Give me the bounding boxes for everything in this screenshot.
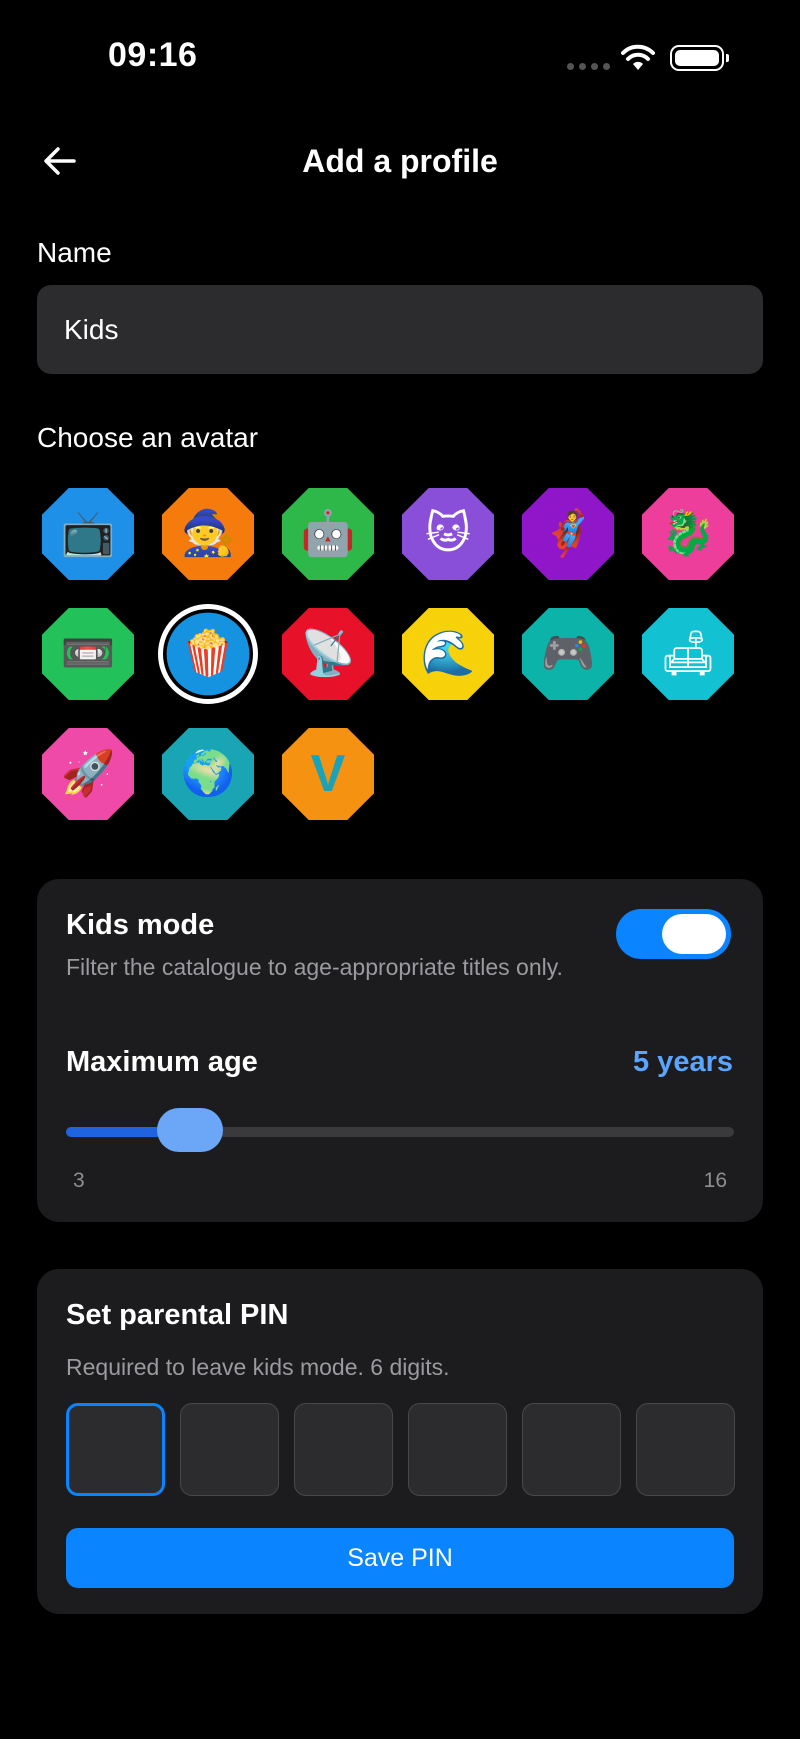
vr-cat-avatar[interactable]: 🐱 [402, 488, 494, 580]
avatar-image: 🎮 [522, 608, 614, 700]
avatar-glyph: 🐱 [425, 509, 471, 558]
globe-avatar[interactable]: 🌍 [162, 728, 254, 820]
avatar-glyph: 🎮 [540, 629, 596, 678]
max-age-value: 5 years [633, 1046, 733, 1078]
robot-avatar[interactable]: 🤖 [282, 488, 374, 580]
superhero-avatar[interactable]: 🦸 [522, 488, 614, 580]
avatar-glyph: 📺 [60, 509, 116, 558]
slider-min-label: 3 [73, 1169, 85, 1192]
kids-mode-card: Kids mode Filter the catalogue to age-ap… [37, 879, 763, 1222]
avatar-glyph: 📡 [300, 629, 356, 678]
avatar-image: 🐉 [642, 488, 734, 580]
pin-digit-3[interactable] [294, 1403, 393, 1496]
avatar-glyph: 🚀 [60, 749, 116, 798]
wifi-icon [621, 44, 655, 70]
avatar-image: 🦸 [522, 488, 614, 580]
kids-mode-toggle[interactable] [616, 909, 731, 959]
avatar-glyph: 🤖 [300, 509, 356, 558]
avatar-glyph: V [310, 745, 346, 803]
kids-mode-title: Kids mode [66, 909, 215, 941]
couch-tv-avatar[interactable]: 🛋 [642, 608, 734, 700]
avatar-image: 🌊 [402, 608, 494, 700]
avatar-glyph: 📼 [60, 629, 116, 678]
pin-digit-2[interactable] [180, 1403, 279, 1496]
avatar-image: 📡 [282, 608, 374, 700]
letter-v-avatar[interactable]: V [282, 728, 374, 820]
dragon-avatar[interactable]: 🐉 [642, 488, 734, 580]
avatar-image: 🤖 [282, 488, 374, 580]
gamepad-avatar[interactable]: 🎮 [522, 608, 614, 700]
age-slider-thumb[interactable] [156, 1108, 223, 1152]
status-bar: 09:16 [0, 0, 800, 118]
toggle-knob [662, 914, 726, 954]
wizard-avatar[interactable]: 🧙 [162, 488, 254, 580]
avatar-image: 📺 [42, 488, 134, 580]
avatar-glyph: 🌊 [420, 629, 476, 678]
avatar-image: 🌍 [162, 728, 254, 820]
avatar-image: 🧙 [162, 488, 254, 580]
parental-pin-card: Set parental PIN Required to leave kids … [37, 1269, 763, 1614]
pin-title: Set parental PIN [66, 1299, 289, 1331]
satellite-dish-avatar[interactable]: 📡 [282, 608, 374, 700]
avatar-image: V [282, 728, 374, 820]
wave-avatar[interactable]: 🌊 [402, 608, 494, 700]
cassette-avatar[interactable]: 📼 [42, 608, 134, 700]
avatar-glyph: 🐉 [660, 509, 716, 558]
name-label: Name [37, 237, 112, 268]
name-input[interactable] [37, 285, 763, 374]
max-age-label: Maximum age [66, 1046, 258, 1078]
status-time: 09:16 [108, 36, 198, 74]
pin-digit-1[interactable] [66, 1403, 165, 1496]
kids-mode-description: Filter the catalogue to age-appropriate … [66, 954, 563, 980]
avatar-glyph: 🌍 [180, 749, 236, 798]
avatar-image: 🐱 [402, 488, 494, 580]
pin-digit-5[interactable] [522, 1403, 621, 1496]
flying-tv-avatar[interactable]: 📺 [42, 488, 134, 580]
signal-icon [567, 63, 610, 70]
page-title: Add a profile [302, 143, 498, 179]
avatar-glyph: 🦸 [540, 509, 596, 558]
battery-icon [670, 45, 729, 71]
rocket-avatar[interactable]: 🚀 [42, 728, 134, 820]
save-pin-button[interactable]: Save PIN [66, 1528, 734, 1588]
pin-input-row [66, 1403, 735, 1496]
avatar-glyph: 🧙 [180, 509, 236, 558]
avatar-label: Choose an avatar [37, 422, 259, 453]
pin-digit-4[interactable] [408, 1403, 507, 1496]
avatar-glyph: 🛋 [660, 629, 716, 678]
pin-digit-6[interactable] [636, 1403, 735, 1496]
pin-description: Required to leave kids mode. 6 digits. [66, 1354, 450, 1380]
popcorn-avatar[interactable]: 🍿 [158, 604, 258, 704]
slider-max-label: 16 [703, 1169, 727, 1192]
avatar-glyph: 🍿 [180, 629, 236, 678]
avatar-image: 📼 [42, 608, 134, 700]
avatar-image: 🛋 [642, 608, 734, 700]
avatar-image: 🚀 [42, 728, 134, 820]
